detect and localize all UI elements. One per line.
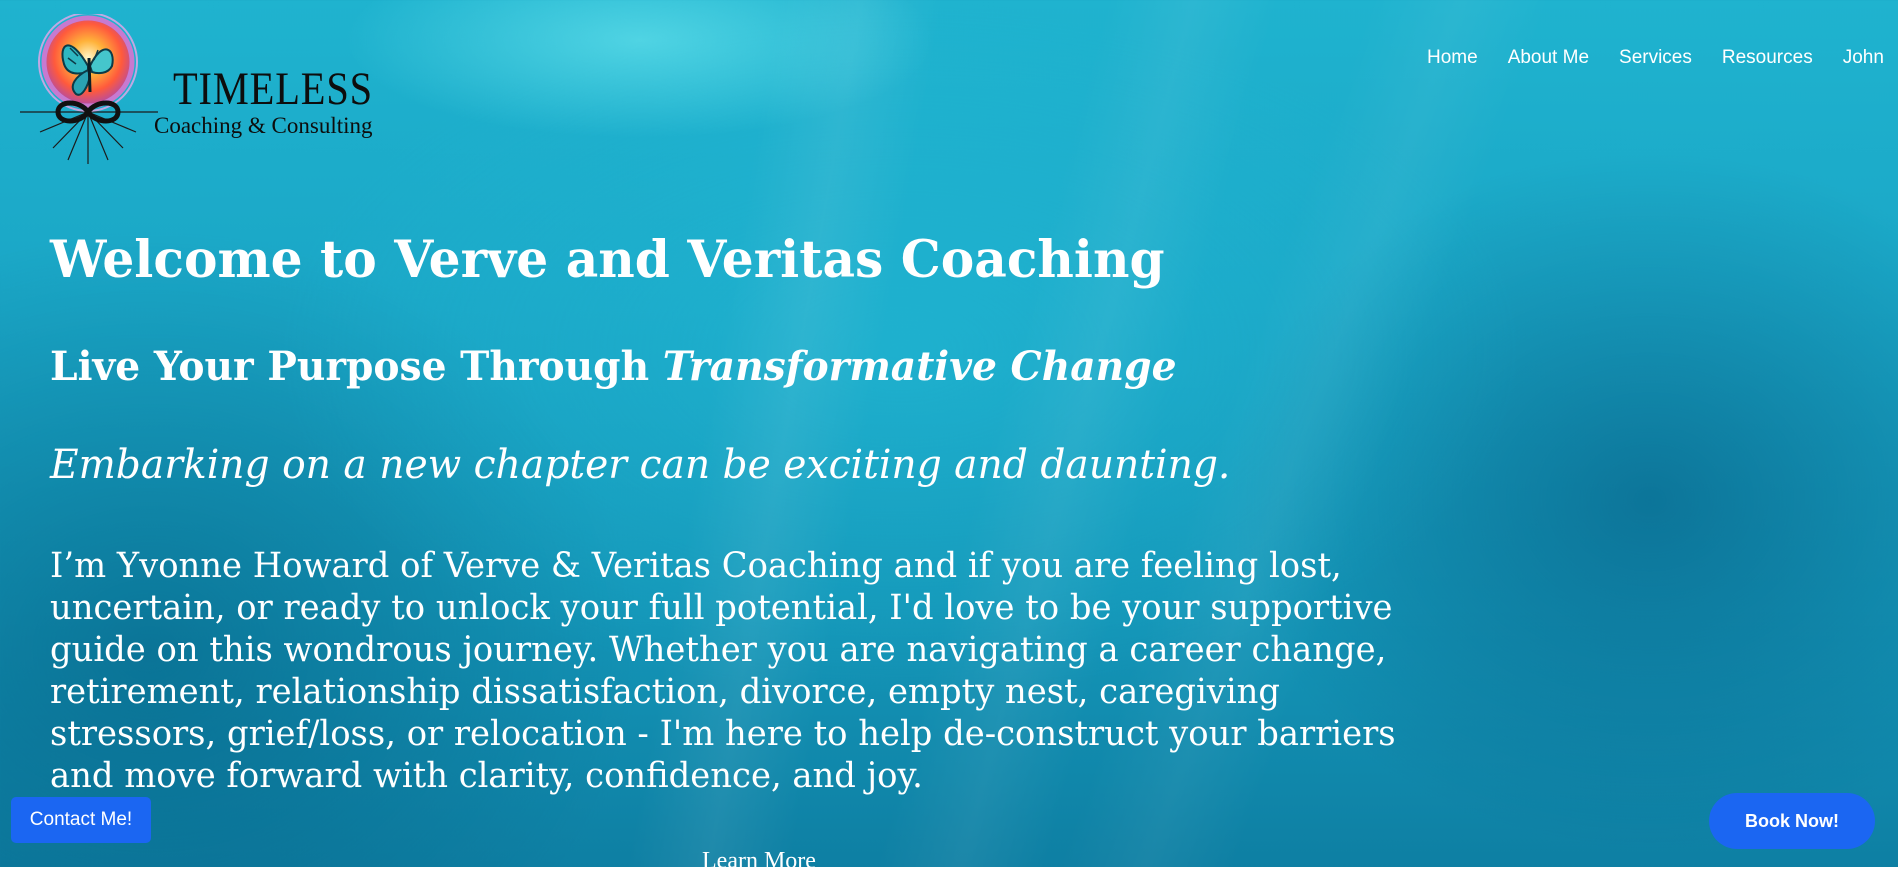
nav-item-home[interactable]: Home [1427,46,1478,70]
hero-body-line: retirement, relationship dissatisfaction… [50,672,1281,712]
hero-body-line: I’m Yvonne Howard of Verve & Veritas Coa… [50,546,1342,586]
contact-me-button[interactable]: Contact Me! [11,797,151,843]
hero-body-line: stressors, grief/loss, or relocation - I… [50,714,1396,754]
site-logo[interactable]: TIMELESS Coaching & Consulting [18,14,398,174]
logo-title: TIMELESS [173,63,374,115]
main-nav: Home About Me Services Resources John [1427,46,1884,70]
learn-more-button[interactable]: Learn More [702,846,816,869]
nav-item-john[interactable]: John [1843,46,1884,70]
nav-item-about-me[interactable]: About Me [1508,46,1589,70]
nav-item-resources[interactable]: Resources [1722,46,1813,70]
butterfly-circle-logo-icon [20,14,158,164]
hero-body-line: and move forward with clarity, confidenc… [50,756,923,796]
hero-body-line: uncertain, or ready to unlock your full … [50,588,1393,628]
book-now-button[interactable]: Book Now! [1709,793,1875,849]
hero-title: Welcome to Verve and Veritas Coaching [50,230,1165,290]
hero-subtitle-italic: Transformative Change [662,343,1177,390]
hero-subtitle: Live Your Purpose Through Transformative… [50,345,1177,389]
hero-subtitle-plain: Live Your Purpose Through [50,343,663,390]
hero-lead: Embarking on a new chapter can be exciti… [50,442,1231,488]
logo-subtitle: Coaching & Consulting [154,113,373,138]
hero-body: I’m Yvonne Howard of Verve & Veritas Coa… [50,545,1490,797]
hero-body-line: guide on this wondrous journey. Whether … [50,630,1387,670]
nav-item-services[interactable]: Services [1619,46,1692,70]
